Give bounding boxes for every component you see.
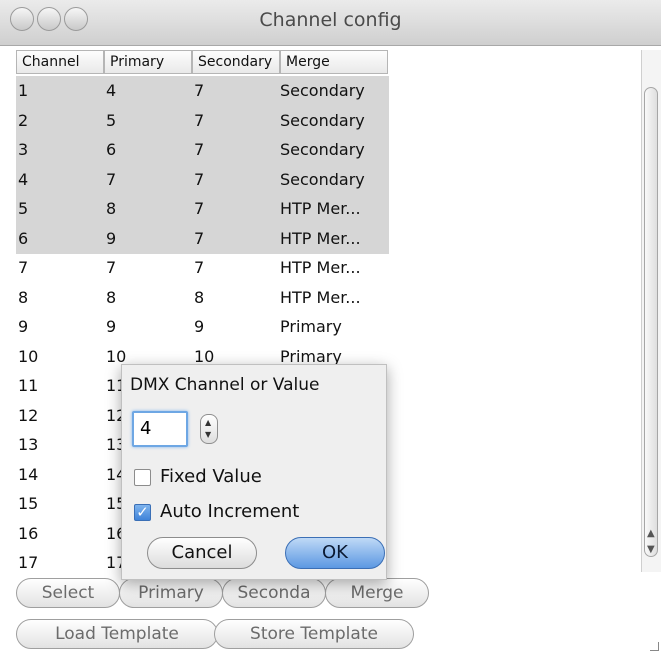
cell-secondary: 7 [194,140,205,159]
auto-increment-label: Auto Increment [160,501,300,522]
table-row[interactable]: 9 9 9 Primary [16,312,389,342]
cell-secondary: 8 [194,287,205,307]
cancel-button[interactable]: Cancel [147,537,257,569]
cell-secondary: 7 [194,110,205,130]
ok-button[interactable]: OK [285,537,385,569]
cell-channel: 6 [18,228,29,248]
select-button[interactable]: Select [16,578,120,608]
cell-merge: HTP Mer... [280,199,361,218]
popup-title: DMX Channel or Value [130,375,320,395]
table-row[interactable]: 2 5 7 Secondary [16,105,389,136]
dmx-value-popup: DMX Channel or Value 4 ▲ ▼ Fixed Value ✓… [121,364,387,580]
secondary-button[interactable]: Seconda [222,578,326,608]
cell-channel: 1 [18,81,29,100]
cell-secondary: 9 [194,317,205,336]
cell-primary: 8 [106,199,117,218]
cell-merge: Secondary [280,81,365,100]
fixed-value-label: Fixed Value [160,466,262,487]
scrollbar-thumb[interactable] [644,87,658,557]
table-row[interactable]: 3 6 7 Secondary [16,135,389,165]
cell-primary: 5 [106,110,117,130]
cell-secondary: 7 [194,199,205,218]
cell-channel: 4 [18,169,29,189]
table-row[interactable]: 8 8 8 HTP Mer... [16,283,389,313]
cell-primary: 7 [106,169,117,189]
cell-merge: HTP Mer... [280,287,361,307]
cell-primary: 7 [106,258,117,277]
cell-channel: 15 [18,494,39,513]
column-header-primary[interactable]: Primary [104,50,192,74]
channel-config-window: Channel config Channel Primary Secondary… [0,0,661,653]
fixed-value-checkbox[interactable] [134,469,151,486]
merge-button[interactable]: Merge [325,578,429,608]
cell-channel: 7 [18,258,29,277]
cell-primary: 8 [106,287,117,307]
column-header-merge[interactable]: Merge [280,50,388,74]
cell-channel: 9 [18,317,29,336]
store-template-button[interactable]: Store Template [214,619,414,649]
cell-primary: 9 [106,317,117,336]
table-row[interactable]: 7 7 7 HTP Mer... [16,253,389,283]
cell-merge: Secondary [280,140,365,159]
cell-primary: 9 [106,228,117,248]
cell-merge: HTP Mer... [280,258,361,277]
cell-channel: 13 [18,435,39,454]
cell-merge: Secondary [280,169,365,189]
cell-channel: 12 [18,405,39,425]
window-title: Channel config [259,9,402,31]
cell-primary: 6 [106,140,117,159]
resize-grip-icon[interactable] [650,642,659,651]
primary-button[interactable]: Primary [119,578,223,608]
cell-primary: 4 [106,81,117,100]
cell-channel: 14 [18,464,39,484]
cell-channel: 11 [18,376,39,395]
vertical-scrollbar[interactable]: ▲ ▼ [641,50,661,572]
table-row[interactable]: 6 9 7 HTP Mer... [16,223,389,254]
cell-merge: HTP Mer... [280,228,361,248]
load-template-button[interactable]: Load Template [16,619,218,649]
cell-channel: 2 [18,110,29,130]
cell-channel: 10 [18,346,39,366]
title-bar[interactable]: Channel config [0,0,661,46]
cell-channel: 8 [18,287,29,307]
table-row[interactable]: 1 4 7 Secondary [16,76,389,106]
cell-channel: 16 [18,523,39,543]
cell-channel: 17 [18,553,39,570]
cell-channel: 3 [18,140,29,159]
cell-secondary: 7 [194,169,205,189]
stepper-down-icon[interactable]: ▼ [205,430,211,439]
cell-secondary: 7 [194,258,205,277]
dmx-value-input[interactable]: 4 [132,411,188,447]
cell-secondary: 7 [194,81,205,100]
cell-channel: 5 [18,199,29,218]
stepper-up-icon[interactable]: ▲ [205,418,211,427]
column-header-secondary[interactable]: Secondary [192,50,280,74]
cell-secondary: 7 [194,228,205,248]
cell-merge: Secondary [280,110,365,130]
cell-merge: Primary [280,317,342,336]
table-row[interactable]: 4 7 7 Secondary [16,164,389,195]
scroll-up-icon[interactable]: ▲ [647,528,655,539]
auto-increment-checkbox[interactable]: ✓ [134,504,151,521]
value-stepper[interactable]: ▲ ▼ [200,414,218,444]
column-header-channel[interactable]: Channel [16,50,104,74]
scroll-down-icon[interactable]: ▼ [647,544,655,555]
table-row[interactable]: 5 8 7 HTP Mer... [16,194,389,224]
